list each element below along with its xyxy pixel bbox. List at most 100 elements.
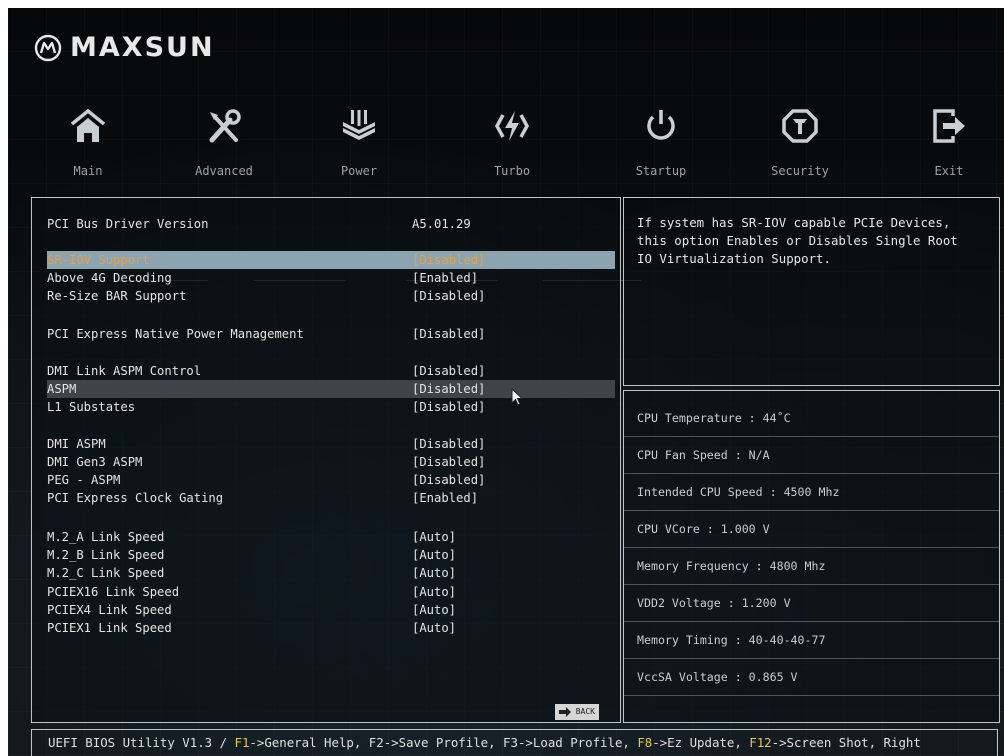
tab-turbo[interactable]: Turbo [467,106,557,190]
stat-memory-timing: Memory Timing : 40-40-40-77 [624,622,999,659]
setting-label: Above 4G Decoding [47,271,172,285]
tab-turbo-label: Turbo [493,164,531,178]
tab-main[interactable]: Main [43,106,133,190]
footer-f12-text: ->Screen Shot, Right [771,735,921,750]
tab-startup-label: Startup [635,164,687,178]
setting-pcie-native-pm[interactable]: PCI Express Native Power Management [Dis… [47,325,615,343]
tab-power-label: Power [340,164,378,178]
footer-f1-text: ->General Help, F2->Save Profile, F3->Lo… [249,735,638,750]
mouse-cursor-icon [511,388,524,406]
setting-resize-bar[interactable]: Re-Size BAR Support [Disabled] [47,287,615,305]
setting-sr-iov[interactable]: SR-IOV Support [Disabled] [47,251,615,269]
back-button-label: BACK [575,707,595,716]
setting-value: [Disabled] [412,327,486,341]
stat-memory-frequency: Memory Frequency : 4800 Mhz [624,548,999,585]
setting-label: PCIEX1 Link Speed [47,621,172,635]
setting-m2c-link-speed[interactable]: M.2_C Link Speed [Auto] [47,564,615,582]
bios-screen: MAXSUN Main Advanced Power Turbo Startup… [8,8,1004,756]
maxsun-logo-icon [34,34,62,61]
setting-value: [Disabled] [412,289,486,303]
hotkey-f8: F8 [637,735,653,750]
setting-value: [Disabled] [412,437,486,451]
setting-value: [Disabled] [412,455,486,469]
system-status-panel: CPU Temperature : 44˚C CPU Fan Speed : N… [623,390,1000,723]
brand-logo: MAXSUN [34,32,215,63]
setting-label: DMI ASPM [47,437,106,451]
stat-intended-cpu-speed: Intended CPU Speed : 4500 Mhz [624,474,999,511]
tab-startup[interactable]: Startup [616,106,706,190]
tab-main-label: Main [73,164,103,178]
back-arrow-icon [559,707,571,717]
setting-label: PCI Bus Driver Version [47,217,209,231]
setting-dmi-gen3-aspm[interactable]: DMI Gen3 ASPM [Disabled] [47,453,615,471]
setting-value: [Disabled] [412,473,486,487]
setting-label: ASPM [47,382,77,396]
tab-power[interactable]: Power [314,106,404,190]
setting-value: A5.01.29 [412,217,471,231]
exit-icon [933,109,965,143]
lightning-icon [495,111,529,141]
footer-prefix: UEFI BIOS Utility V1.3 / [48,735,235,750]
setting-label: DMI Link ASPM Control [47,364,202,378]
setting-pci-bus-driver: PCI Bus Driver Version A5.01.29 [47,215,615,233]
setting-label: M.2_A Link Speed [47,530,165,544]
setting-value: [Auto] [412,621,457,635]
setting-value: [Auto] [412,585,457,599]
hotkey-f1: F1 [234,735,250,750]
power-button-icon [647,110,675,140]
setting-value: [Disabled] [412,364,486,378]
help-panel: If system has SR-IOV capable PCIe Device… [623,197,1000,386]
setting-label: Re-Size BAR Support [47,289,187,303]
help-text: If system has SR-IOV capable PCIe Device… [637,215,958,266]
setting-l1-substates[interactable]: L1 Substates [Disabled] [47,398,615,416]
setting-label: L1 Substates [47,400,136,414]
setting-m2a-link-speed[interactable]: M.2_A Link Speed [Auto] [47,528,615,546]
setting-aspm[interactable]: ASPM [Disabled] [47,380,615,398]
tab-exit-label: Exit [934,164,964,178]
setting-value: [Enabled] [412,491,479,505]
setting-pciex4-link-speed[interactable]: PCIEX4 Link Speed [Auto] [47,601,615,619]
tab-exit[interactable]: Exit [904,106,994,190]
setting-value: [Disabled] [412,253,486,267]
setting-label: DMI Gen3 ASPM [47,455,143,469]
setting-label: PCI Express Clock Gating [47,491,224,505]
setting-label: PEG - ASPM [47,473,121,487]
tools-icon [209,109,241,143]
back-button[interactable]: BACK [555,704,599,720]
hotkey-f12: F12 [749,735,772,750]
setting-label: M.2_C Link Speed [47,566,165,580]
setting-value: [Auto] [412,603,457,617]
tab-advanced[interactable]: Advanced [179,106,269,190]
setting-value: [Disabled] [412,400,486,414]
stat-vccsa-voltage: VccSA Voltage : 0.865 V [624,659,999,696]
setting-dmi-aspm[interactable]: DMI ASPM [Disabled] [47,435,615,453]
setting-value: [Disabled] [412,382,486,396]
setting-dmi-link-aspm[interactable]: DMI Link ASPM Control [Disabled] [47,362,615,380]
setting-pciex16-link-speed[interactable]: PCIEX16 Link Speed [Auto] [47,583,615,601]
setting-value: [Auto] [412,566,457,580]
setting-label: PCIEX4 Link Speed [47,603,172,617]
shield-icon [782,109,818,143]
setting-label: PCIEX16 Link Speed [47,585,180,599]
settings-panel: PCI Bus Driver Version A5.01.29 SR-IOV S… [31,197,621,723]
setting-value: [Enabled] [412,271,479,285]
tab-advanced-label: Advanced [195,164,253,178]
stat-cpu-vcore: CPU VCore : 1.000 V [624,511,999,548]
tab-security[interactable]: Security [755,106,845,190]
setting-above-4g[interactable]: Above 4G Decoding [Enabled] [47,269,615,287]
power-chip-icon [343,110,375,140]
setting-label: M.2_B Link Speed [47,548,165,562]
setting-m2b-link-speed[interactable]: M.2_B Link Speed [Auto] [47,546,615,564]
setting-label: PCI Express Native Power Management [47,327,304,341]
main-navigation: Main Advanced Power Turbo Startup Securi… [8,106,1004,281]
stat-cpu-temperature: CPU Temperature : 44˚C [624,400,999,437]
stat-vdd2-voltage: VDD2 Voltage : 1.200 V [624,585,999,622]
setting-peg-aspm[interactable]: PEG - ASPM [Disabled] [47,471,615,489]
setting-pciex1-link-speed[interactable]: PCIEX1 Link Speed [Auto] [47,619,615,637]
setting-pcie-clock-gating[interactable]: PCI Express Clock Gating [Enabled] [47,489,615,507]
setting-label: SR-IOV Support [47,253,150,267]
setting-value: [Auto] [412,530,457,544]
tab-security-label: Security [771,164,829,178]
brand-name: MAXSUN [70,32,215,63]
footer-hotkey-bar: UEFI BIOS Utility V1.3 / F1->General Hel… [31,729,998,756]
